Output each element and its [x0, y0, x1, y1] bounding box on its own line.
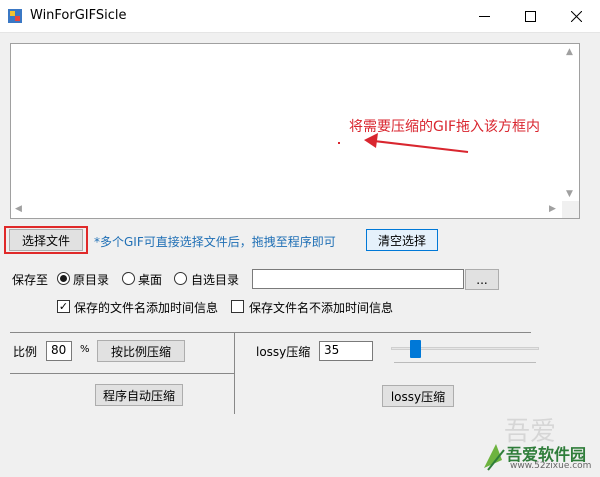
- no-time-checkbox[interactable]: [231, 300, 244, 313]
- auto-compress-button[interactable]: 程序自动压缩: [95, 384, 183, 406]
- browse-button[interactable]: ...: [465, 269, 499, 290]
- scroll-down-icon[interactable]: ▼: [566, 189, 573, 199]
- window-title: WinForGIFSicle: [30, 8, 127, 23]
- maximize-icon: [524, 10, 536, 22]
- ratio-unit: %: [80, 344, 90, 355]
- lossy-label: lossy压缩: [256, 345, 311, 359]
- radio-desktop-label[interactable]: 桌面: [138, 271, 162, 288]
- close-button[interactable]: [553, 0, 599, 32]
- maximize-button[interactable]: [507, 0, 553, 32]
- app-icon: [8, 9, 22, 23]
- separator-left-mid: [10, 373, 234, 374]
- radio-custom-dir[interactable]: [174, 272, 187, 285]
- ratio-label: 比例: [13, 345, 38, 359]
- cursor-dot: [338, 142, 340, 144]
- scroll-right-icon[interactable]: ▶: [549, 204, 556, 214]
- radio-custom-dir-label[interactable]: 自选目录: [191, 271, 239, 288]
- add-time-checkbox[interactable]: ✓: [57, 300, 70, 313]
- radio-desktop[interactable]: [122, 272, 135, 285]
- no-time-label[interactable]: 保存文件名不添加时间信息: [249, 299, 393, 316]
- minimize-button[interactable]: [461, 0, 507, 32]
- clear-selection-button[interactable]: 清空选择: [366, 229, 438, 251]
- ratio-compress-button[interactable]: 按比例压缩: [97, 340, 185, 362]
- title-bar: WinForGIFSicle: [0, 0, 600, 33]
- multi-gif-hint: *多个GIF可直接选择文件后，拖拽至程序即可: [94, 235, 336, 249]
- arrow-left-icon: [364, 133, 469, 153]
- scroll-up-icon[interactable]: ▲: [566, 47, 573, 57]
- horizontal-scrollbar[interactable]: ◀ ▶: [11, 201, 562, 218]
- radio-original-dir[interactable]: [57, 272, 70, 285]
- ratio-input[interactable]: 80: [46, 341, 72, 361]
- vertical-scrollbar[interactable]: ▲ ▼: [562, 44, 579, 202]
- add-time-label[interactable]: 保存的文件名添加时间信息: [74, 299, 218, 316]
- lossy-compress-button[interactable]: lossy压缩: [382, 385, 454, 407]
- select-file-button[interactable]: 选择文件: [9, 229, 83, 251]
- close-icon: [570, 10, 582, 22]
- separator-top: [10, 332, 531, 333]
- lossy-input[interactable]: 35: [319, 341, 373, 361]
- lossy-slider-thumb[interactable]: [410, 340, 422, 358]
- watermark-url: www.52zixue.com: [510, 461, 592, 471]
- separator-vertical: [234, 332, 235, 414]
- scroll-corner: [562, 201, 579, 218]
- lossy-slider-ticks: [394, 362, 536, 366]
- scroll-left-icon[interactable]: ◀: [15, 204, 22, 214]
- save-to-label: 保存至: [12, 273, 49, 287]
- radio-original-dir-label[interactable]: 原目录: [73, 271, 109, 288]
- minimize-icon: [478, 15, 490, 17]
- save-path-input[interactable]: [252, 269, 464, 289]
